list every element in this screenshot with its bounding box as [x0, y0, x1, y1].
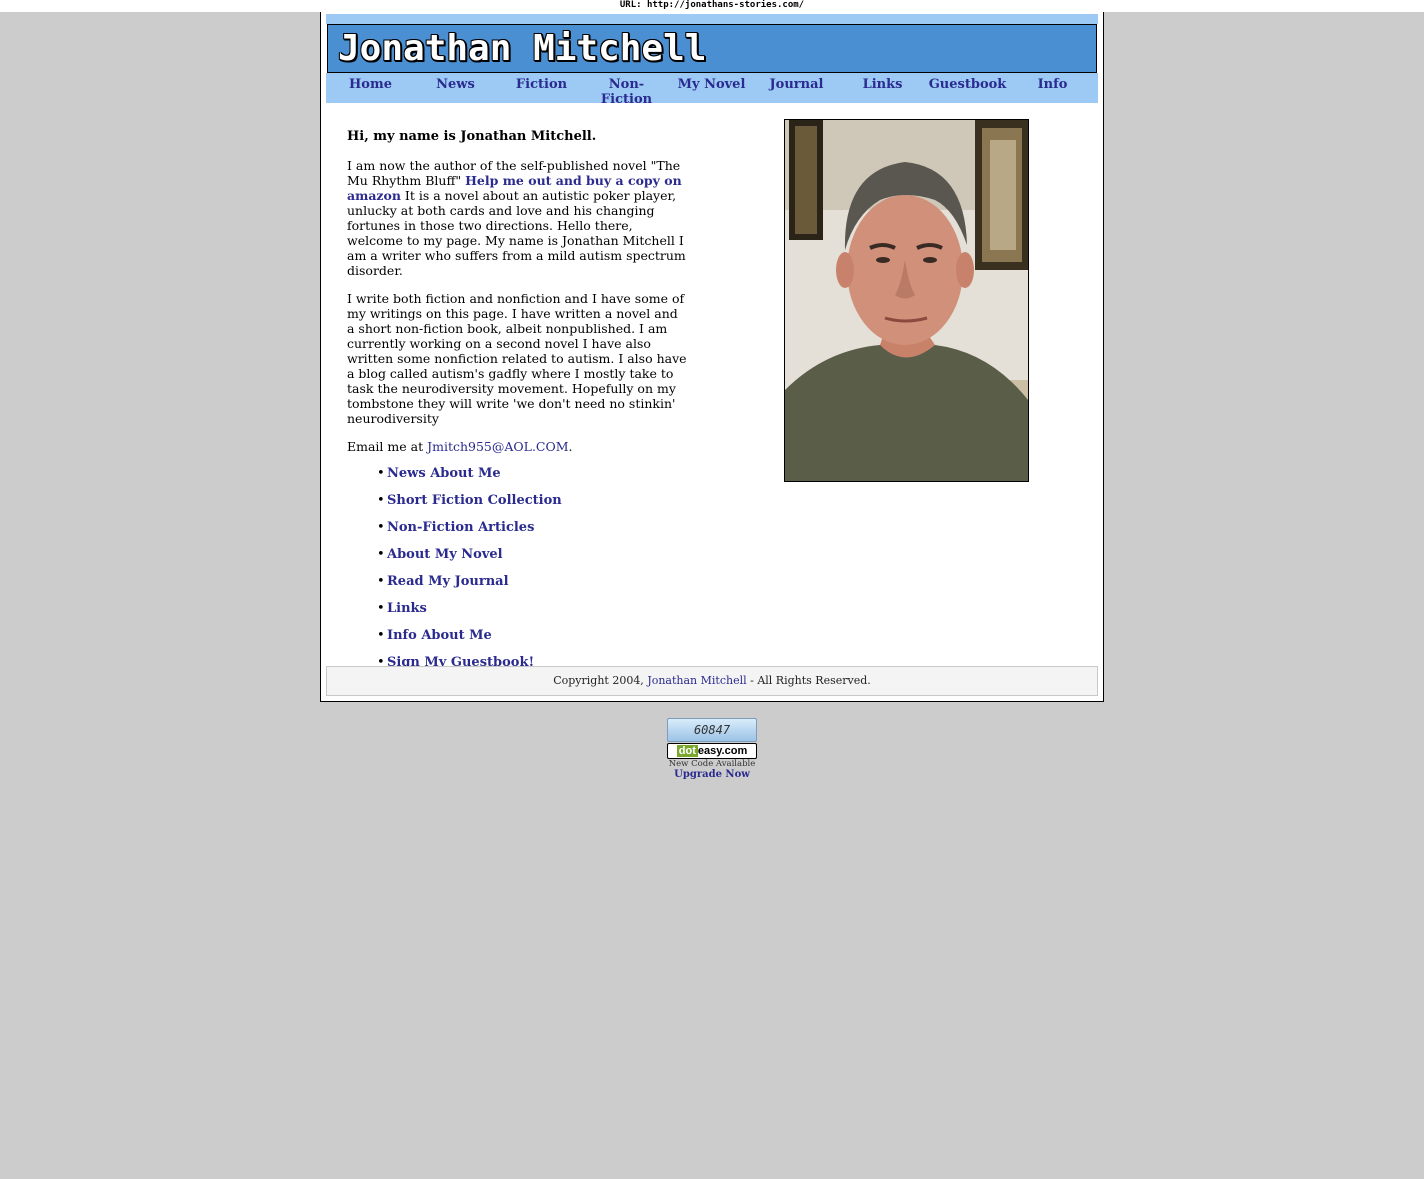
link-links[interactable]: Links — [387, 601, 427, 616]
bullet: • — [377, 466, 385, 481]
nav-guestbook[interactable]: Guestbook — [925, 77, 1010, 92]
badge-rest-text: easy.com — [697, 745, 748, 757]
list-item: • About My Novel — [377, 547, 689, 574]
bullet: • — [377, 574, 385, 589]
email-line: Email me at Jmitch955@AOL.COM. — [347, 439, 689, 454]
link-non-fiction-articles[interactable]: Non-Fiction Articles — [387, 520, 534, 535]
main-content: Hi, my name is Jonathan Mitchell. I am n… — [347, 126, 689, 682]
header-strip — [326, 14, 1098, 24]
nav-fiction[interactable]: Fiction — [499, 77, 584, 92]
hit-counter: 60847 — [667, 718, 757, 742]
copyright-prefix: Copyright 2004, — [553, 674, 648, 687]
writing-paragraph: I write both fiction and nonfiction and … — [347, 291, 687, 426]
site-logo[interactable]: Jonathan Mitchell — [338, 29, 706, 69]
intro-paragraph: I am now the author of the self-publishe… — [347, 158, 689, 278]
doteasy-badge[interactable]: dot easy.com — [667, 743, 757, 759]
copyright-author-link[interactable]: Jonathan Mitchell — [647, 674, 746, 687]
list-item: • Non-Fiction Articles — [377, 520, 689, 547]
link-about-my-novel[interactable]: About My Novel — [387, 547, 503, 562]
list-item: • Info About Me — [377, 628, 689, 655]
bullet: • — [377, 601, 385, 616]
copyright-footer: Copyright 2004, Jonathan Mitchell - All … — [326, 666, 1098, 696]
email-link[interactable]: Jmitch955@AOL.COM — [427, 439, 568, 454]
link-news-about-me[interactable]: News About Me — [387, 466, 501, 481]
link-read-my-journal[interactable]: Read My Journal — [387, 574, 509, 589]
bullet: • — [377, 520, 385, 535]
nav-news[interactable]: News — [413, 77, 498, 92]
author-photo-image — [785, 120, 1028, 481]
nav-home[interactable]: Home — [328, 77, 413, 92]
list-item: • News About Me — [377, 466, 689, 493]
list-item: • Short Fiction Collection — [377, 493, 689, 520]
link-short-fiction[interactable]: Short Fiction Collection — [387, 493, 562, 508]
upgrade-now-link[interactable]: Upgrade Now — [640, 769, 784, 781]
author-photo — [784, 119, 1029, 482]
nav-my-novel[interactable]: My Novel — [669, 77, 754, 92]
badge-dot-text: dot — [676, 745, 698, 757]
new-code-notice: New Code Available — [668, 759, 756, 769]
page-container: Jonathan Mitchell Home News Fiction Non-… — [320, 12, 1104, 702]
nav-links[interactable]: Links — [840, 77, 925, 92]
link-info-about-me[interactable]: Info About Me — [387, 628, 492, 643]
email-suffix: . — [568, 439, 573, 454]
bullet: • — [377, 493, 385, 508]
section-links: • News About Me • Short Fiction Collection… — [347, 466, 689, 682]
main-nav: Home News Fiction Non-Fiction My Novel J… — [326, 73, 1098, 107]
nav-info[interactable]: Info — [1010, 77, 1095, 92]
greeting-heading: Hi, my name is Jonathan Mitchell. — [347, 129, 597, 144]
list-item: • Links — [377, 601, 689, 628]
bullet: • — [377, 547, 385, 562]
email-prefix: Email me at — [347, 439, 428, 454]
site-banner: Jonathan Mitchell — [327, 24, 1097, 73]
url-bar: URL: http://jonathans-stories.com/ — [0, 0, 1424, 12]
copyright-suffix: - All Rights Reserved. — [746, 674, 871, 687]
nav-journal[interactable]: Journal — [754, 77, 839, 92]
nav-non-fiction[interactable]: Non-Fiction — [584, 77, 669, 107]
list-item: • Read My Journal — [377, 574, 689, 601]
bullet: • — [377, 628, 385, 643]
